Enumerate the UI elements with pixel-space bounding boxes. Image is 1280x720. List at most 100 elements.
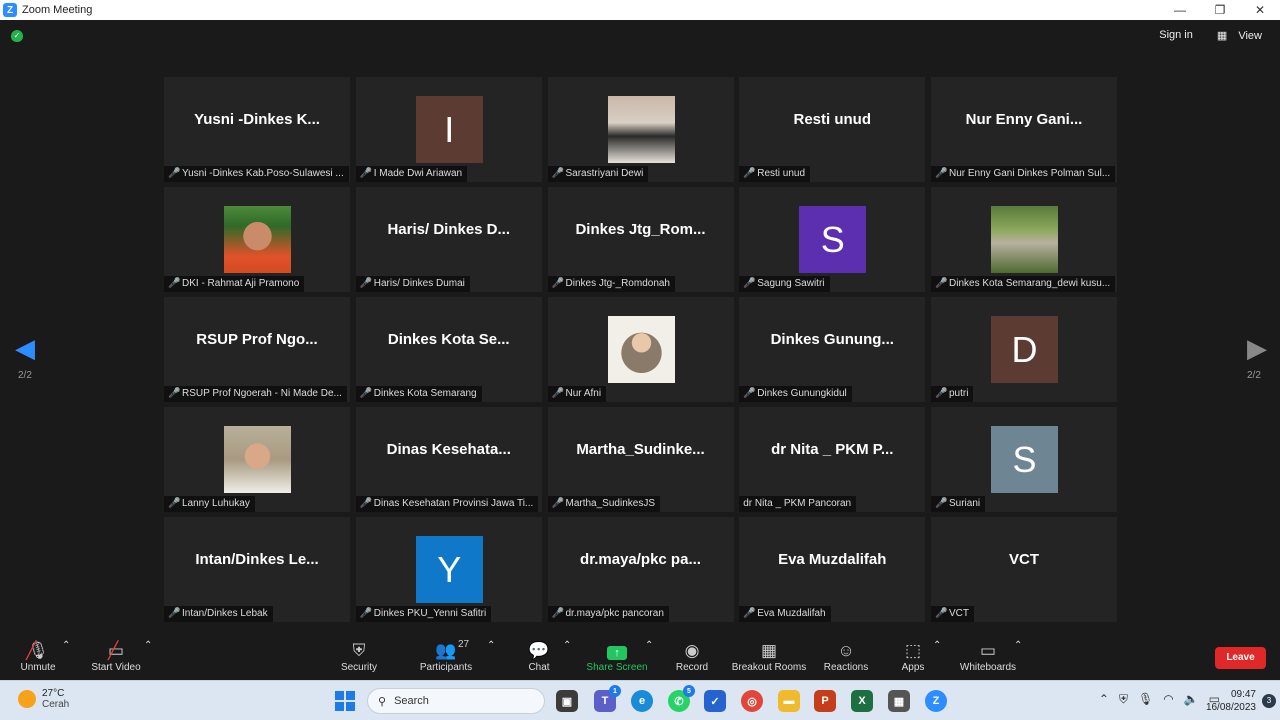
zoom-app-icon[interactable]: Z xyxy=(925,690,947,712)
todo-icon[interactable]: ✓ xyxy=(704,690,726,712)
avatar: D xyxy=(991,316,1058,383)
share-options-caret[interactable]: ⌃ xyxy=(645,640,653,651)
participant-tile[interactable]: S 🎤 Sagung Sawitri xyxy=(739,187,926,292)
woman-smile-icon xyxy=(224,426,291,493)
participant-tile[interactable]: Y 🎤 Dinkes PKU_Yenni Safitri xyxy=(355,517,542,622)
leave-button[interactable]: Leave xyxy=(1215,647,1266,669)
calculator-icon[interactable]: ▦ xyxy=(888,690,910,712)
chat-icon: 💬 xyxy=(528,641,550,660)
muted-mic-icon: 🎤 xyxy=(551,608,564,619)
muted-mic-icon: 🎤 xyxy=(359,608,373,619)
participant-tile[interactable]: Dinas Kesehata... 🎤 Dinas Kesehatan Provin… xyxy=(355,407,542,512)
apps-button[interactable]: ⬚ Apps xyxy=(898,640,928,673)
notification-badge[interactable]: 3 xyxy=(1262,694,1276,708)
apps-options-caret[interactable]: ⌃ xyxy=(933,640,941,651)
participant-tile[interactable]: 🎤 Lanny Luhukay xyxy=(164,407,350,512)
participant-tile[interactable]: Resti unud 🎤 Resti unud xyxy=(739,77,926,182)
audio-options-caret[interactable]: ⌃ xyxy=(62,640,70,651)
participant-display-name: Haris/ Dinkes D... xyxy=(387,221,511,238)
edge-browser-icon[interactable]: e xyxy=(631,690,653,712)
muted-mic-icon: 🎤 xyxy=(743,168,756,179)
participant-tile[interactable]: 🎤 Sarastriyani Dewi xyxy=(547,77,734,182)
participant-display-name: VCT xyxy=(1009,551,1039,568)
participant-tile[interactable]: D 🎤 putri xyxy=(931,297,1117,402)
participant-tile[interactable]: Intan/Dinkes Le... 🎤 Intan/Dinkes Lebak xyxy=(164,517,350,622)
participant-grid: Yusni -Dinkes K... 🎤 Yusni -Dinkes Kab.Pos… xyxy=(164,77,1117,622)
participant-display-name: Eva Muzdalifah xyxy=(778,551,887,568)
participant-tile[interactable]: Eva Muzdalifah 🎤 Eva Muzdalifah xyxy=(739,517,926,622)
chrome-icon[interactable]: ◎ xyxy=(741,690,763,712)
powerpoint-icon[interactable]: P xyxy=(814,690,836,712)
start-video-button[interactable]: ▭ ╱ Start Video xyxy=(88,640,144,673)
participants-button[interactable]: 👥 27 Participants xyxy=(418,639,474,673)
participant-tile[interactable]: S 🎤 Suriani xyxy=(931,407,1117,512)
microphone-tray-icon[interactable]: 🎙 xyxy=(1138,692,1153,707)
muted-mic-icon: 🎤 xyxy=(359,498,373,509)
participant-tile[interactable]: 🎤 DKI - Rahmat Aji Pramono xyxy=(164,187,350,292)
taskbar-search[interactable]: ⚲ Search xyxy=(367,688,545,714)
participant-name-bar: 🎤 Nur Enny Gani Dinkes Polman Sul... xyxy=(931,166,1116,182)
clock-time: 09:47 xyxy=(1230,689,1256,700)
teams-chat-icon[interactable]: T1 xyxy=(594,685,621,712)
participant-tile[interactable]: 🎤 Nur Afni xyxy=(547,297,734,402)
participant-tile[interactable]: dr.maya/pkc pa... 🎤 dr.maya/pkc pancoran xyxy=(547,517,734,622)
clock[interactable]: 09:47 16/08/2023 xyxy=(1206,688,1256,714)
muted-mic-icon: 🎤 xyxy=(935,388,948,399)
whatsapp-icon[interactable]: ✆ 5 xyxy=(668,685,695,712)
wifi-icon[interactable]: ◠ xyxy=(1163,692,1173,707)
participant-tile[interactable]: Haris/ Dinkes D... 🎤 Haris/ Dinkes Dumai xyxy=(355,187,542,292)
encryption-shield-icon[interactable]: ✓ xyxy=(11,30,23,42)
record-button[interactable]: ◉ Record xyxy=(674,640,710,673)
breakout-rooms-button[interactable]: ▦ Breakout Rooms xyxy=(730,640,808,673)
grid-icon: ▦ xyxy=(1216,30,1228,42)
chat-label: Chat xyxy=(528,662,550,673)
security-tray-icon[interactable]: ⛨ xyxy=(1119,692,1128,707)
participant-tile[interactable]: Nur Enny Gani... 🎤 Nur Enny Gani Dinkes Po… xyxy=(931,77,1117,182)
reactions-button[interactable]: ☺ Reactions xyxy=(822,640,870,673)
participant-tile[interactable]: Dinkes Gunung... 🎤 Dinkes Gunungkidul xyxy=(739,297,926,402)
muted-mic-icon: 🎤 xyxy=(743,278,756,289)
file-explorer-icon[interactable]: ▬ xyxy=(778,690,800,712)
participant-name-bar: 🎤 VCT xyxy=(931,606,974,622)
video-off-icon: ▭ ╱ xyxy=(107,641,125,660)
participant-tile[interactable]: Dinkes Jtg_Rom... 🎤 Dinkes Jtg-_Romdonah xyxy=(547,187,734,292)
speaker-icon[interactable]: 🔈 xyxy=(1184,692,1199,707)
chat-options-caret[interactable]: ⌃ xyxy=(563,640,571,651)
video-options-caret[interactable]: ⌃ xyxy=(144,640,152,651)
whiteboards-options-caret[interactable]: ⌃ xyxy=(1014,640,1022,651)
maximize-button[interactable]: ❐ xyxy=(1200,0,1240,20)
participant-tile[interactable]: VCT 🎤 VCT xyxy=(931,517,1117,622)
sign-in-button[interactable]: Sign in xyxy=(1155,26,1197,45)
participant-name: Eva Muzdalifah xyxy=(757,608,826,619)
participant-tile[interactable]: RSUP Prof Ngo... 🎤 RSUP Prof Ngoerah - Ni … xyxy=(164,297,350,402)
excel-icon[interactable]: X xyxy=(851,690,873,712)
view-button[interactable]: ▦ View xyxy=(1209,26,1270,45)
participant-tile[interactable]: dr Nita _ PKM P... dr Nita _ PKM Pancoran xyxy=(739,407,926,512)
unmute-button[interactable]: 🎙 ╱ Unmute xyxy=(18,640,58,673)
chat-button[interactable]: 💬 Chat xyxy=(526,640,552,673)
close-button[interactable]: ✕ xyxy=(1240,0,1280,20)
participant-display-name: RSUP Prof Ngo... xyxy=(196,331,318,348)
start-button[interactable] xyxy=(335,691,355,711)
participant-name-bar: dr Nita _ PKM Pancoran xyxy=(739,496,857,512)
next-page-icon[interactable]: ▶ xyxy=(1247,333,1267,364)
muted-mic-icon: 🎤 xyxy=(935,168,948,179)
weather-widget[interactable]: 27°C Cerah xyxy=(18,688,69,710)
security-button[interactable]: ⛨ Security xyxy=(338,640,380,673)
muted-mic-icon: 🎤 xyxy=(551,498,564,509)
participant-tile[interactable]: Dinkes Kota Se... 🎤 Dinkes Kota Semarang xyxy=(355,297,542,402)
chevron-up-icon[interactable]: ⌃ xyxy=(1099,692,1109,707)
participant-name-bar: 🎤 Dinkes PKU_Yenni Safitri xyxy=(355,606,492,622)
prev-page-icon[interactable]: ◀ xyxy=(15,333,35,364)
share-screen-button[interactable]: ↑ Share Screen xyxy=(585,640,649,673)
muted-mic-icon: 🎤 xyxy=(551,278,564,289)
participants-options-caret[interactable]: ⌃ xyxy=(487,640,495,651)
participant-tile[interactable]: Martha_Sudinke... 🎤 Martha_SudinkesJS xyxy=(547,407,734,512)
task-view-icon[interactable]: ▣ xyxy=(556,690,578,712)
whiteboards-button[interactable]: ▭ Whiteboards xyxy=(956,640,1020,673)
participant-tile[interactable]: 🎤 Dinkes Kota Semarang_dewi kusu... xyxy=(931,187,1117,292)
participant-tile[interactable]: I 🎤 I Made Dwi Ariawan xyxy=(355,77,542,182)
minimize-button[interactable]: — xyxy=(1160,0,1200,20)
participant-display-name: Yusni -Dinkes K... xyxy=(194,111,320,128)
participant-tile[interactable]: Yusni -Dinkes K... 🎤 Yusni -Dinkes Kab.Pos… xyxy=(164,77,350,182)
